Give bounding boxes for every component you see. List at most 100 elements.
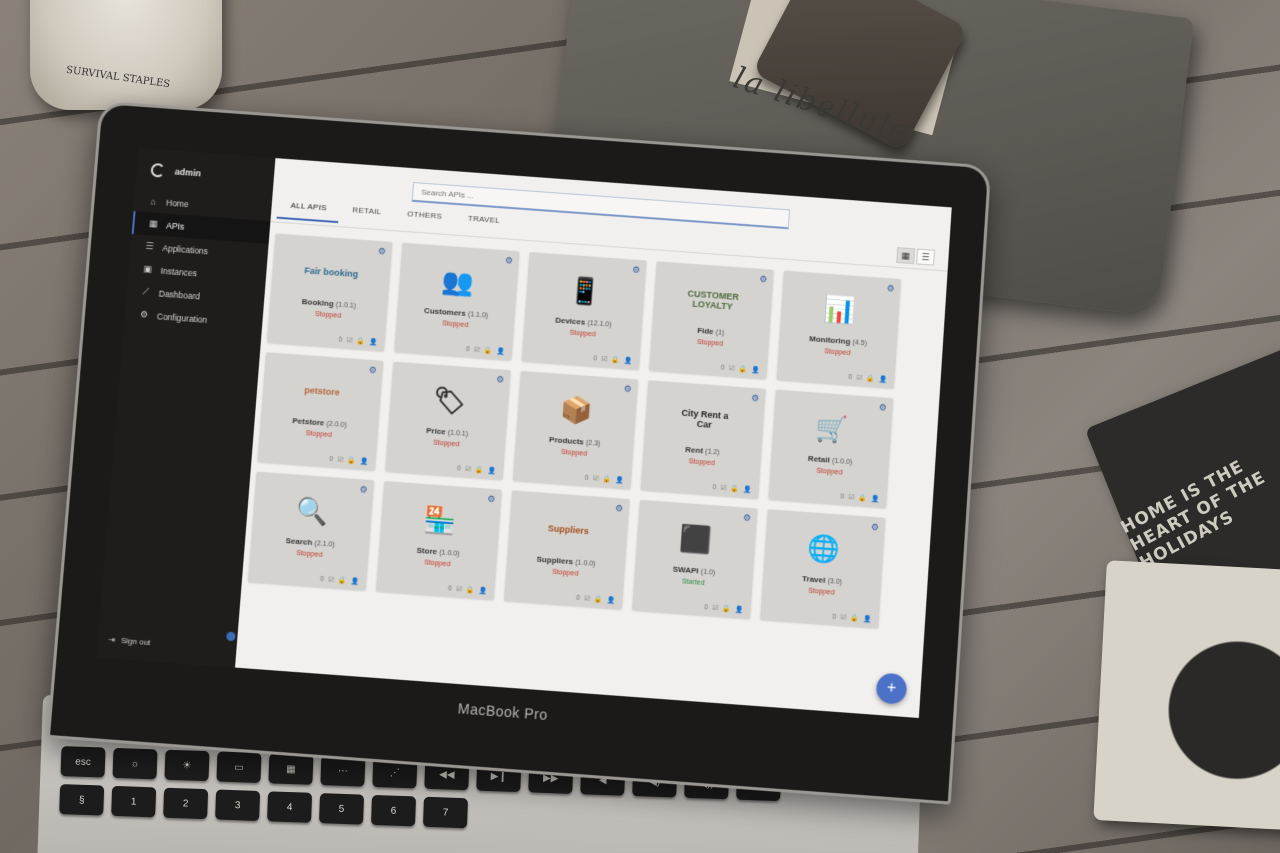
api-status: Stopped — [305, 430, 332, 440]
gear-icon[interactable]: ⚙ — [623, 383, 632, 395]
api-card[interactable]: ⚙ 🏷 Price (1.0.1) Stopped 0 ☑ 🔒 👤 — [385, 361, 511, 480]
api-card[interactable]: ⚙ 🔍 Search (2.1.0) Stopped 0 ☑ 🔒 👤 — [247, 471, 375, 591]
collapse-toggle[interactable] — [226, 631, 236, 642]
api-version: (1.0.0) — [439, 549, 460, 558]
add-api-button[interactable]: + — [875, 672, 908, 705]
api-card[interactable]: ⚙ 🌐 Travel (3.0) Stopped 0 ☑ 🔒 👤 — [760, 509, 886, 629]
key[interactable]: esc — [60, 746, 106, 778]
api-name-text: Retail — [807, 453, 831, 465]
api-name: Retail (1.0.0) — [808, 454, 853, 466]
api-name-text: Suppliers — [536, 554, 574, 567]
tab-others[interactable]: OTHERS — [393, 201, 456, 232]
api-status: Stopped — [696, 338, 724, 348]
signout-button[interactable]: ⇥ Sign out — [108, 635, 151, 647]
api-version: (3.0) — [827, 577, 843, 587]
key[interactable]: 3 — [215, 789, 261, 822]
api-version: (1.1.0) — [467, 311, 489, 320]
key[interactable]: 7 — [422, 796, 468, 829]
tab-all-apis[interactable]: ALL APIS — [276, 192, 341, 224]
api-card[interactable]: ⚙ 👥 Customers (1.1.0) Stopped 0 ☑ 🔒 👤 — [394, 242, 520, 361]
api-card[interactable]: ⚙ 📊 Monitoring (4.5) Stopped 0 ☑ 🔒 👤 — [776, 270, 902, 389]
api-logo: ⬛ — [679, 522, 714, 555]
api-status: Started — [681, 578, 705, 588]
tab-travel[interactable]: TRAVEL — [454, 205, 514, 236]
api-version: (1.0.1) — [447, 429, 469, 439]
laptop-lid: admin ⌂ Home ▦ APIs ☰ Applications ▣ Ins… — [46, 100, 992, 805]
instances-icon: ▣ — [143, 263, 153, 275]
api-card[interactable]: ⚙ 📦 Products (2.3) Stopped 0 ☑ 🔒 👤 — [512, 370, 639, 490]
key[interactable]: ▦ — [268, 753, 314, 785]
api-status: Stopped — [688, 458, 715, 468]
sidebar-item-label: Home — [165, 197, 190, 210]
api-name: Devices (12.1.0) — [555, 316, 612, 329]
key[interactable]: ▭ — [216, 751, 262, 784]
key[interactable]: § — [59, 784, 105, 816]
card-footer-icons: 0 ☑ 🔒 👤 — [447, 585, 489, 596]
api-name-text: Monitoring — [808, 334, 851, 347]
gear-icon[interactable]: ⚙ — [759, 274, 768, 285]
gear-icon[interactable]: ⚙ — [742, 512, 752, 524]
api-version: (1.0.0) — [831, 457, 853, 467]
api-logo: City Rent a Car — [681, 407, 729, 430]
api-card[interactable]: ⚙ 🏪 Store (1.0.0) Stopped 0 ☑ 🔒 👤 — [375, 481, 503, 600]
api-status: Stopped — [441, 320, 469, 330]
key[interactable]: 6 — [371, 794, 417, 827]
sidebar-item-label: Dashboard — [158, 288, 201, 301]
card-footer-icons: 0 ☑ 🔒 👤 — [832, 613, 874, 624]
gear-icon[interactable]: ⚙ — [496, 374, 505, 386]
api-card[interactable]: ⚙ 📱 Devices (12.1.0) Stopped 0 ☑ 🔒 👤 — [521, 252, 647, 370]
api-status: Stopped — [314, 310, 342, 320]
key[interactable]: 4 — [267, 791, 313, 823]
card-footer-icons: 0 ☑ 🔒 👤 — [593, 355, 634, 366]
grid-view-icon[interactable]: ▦ — [896, 247, 916, 265]
api-version: (1.0.1) — [335, 301, 357, 310]
key[interactable]: ☼ — [112, 747, 158, 780]
key[interactable]: 5 — [319, 793, 365, 825]
gear-icon[interactable]: ⚙ — [487, 494, 496, 506]
api-name: Price (1.0.1) — [426, 426, 469, 438]
api-status: Stopped — [432, 439, 460, 449]
api-card[interactable]: ⚙ City Rent a Car Rent (1.2) Stopped 0 ☑… — [640, 380, 766, 499]
api-name-text: Search — [285, 536, 313, 548]
api-name: Fide (1) — [697, 326, 725, 337]
list-view-icon[interactable]: ☰ — [916, 248, 936, 266]
api-logo: 🛒 — [815, 412, 850, 445]
api-name: Customers (1.1.0) — [424, 306, 489, 320]
main-content: ALL APIS RETAIL OTHERS TRAVEL ▦ ☰ ⚙ Fair… — [235, 158, 952, 719]
api-name-text: Products — [548, 434, 585, 447]
api-card[interactable]: ⚙ ⬛ SWAPI (1.0) Started 0 ☑ 🔒 👤 — [631, 499, 758, 619]
gear-icon[interactable]: ⚙ — [632, 264, 641, 275]
api-name-text: Travel — [801, 574, 826, 585]
coaster-prop-2 — [1093, 560, 1280, 832]
gear-icon[interactable]: ⚙ — [359, 484, 368, 496]
key[interactable]: 1 — [111, 785, 157, 818]
gear-icon[interactable]: ⚙ — [878, 402, 887, 414]
gear-icon[interactable]: ⚙ — [368, 365, 377, 377]
key[interactable]: ☀ — [164, 749, 210, 782]
gear-icon[interactable]: ⚙ — [886, 283, 895, 294]
card-footer-icons: 0 ☑ 🔒 👤 — [584, 474, 626, 485]
card-footer-icons: 0 ☑ 🔒 👤 — [848, 373, 889, 384]
api-logo: 📊 — [823, 292, 858, 326]
api-card[interactable]: ⚙ petstore Petstore (2.0.0) Stopped 0 ☑ … — [257, 352, 384, 471]
card-footer-icons: 0 ☑ 🔒 👤 — [712, 484, 754, 495]
api-version: (12.1.0) — [587, 319, 612, 329]
gear-icon[interactable]: ⚙ — [377, 246, 386, 257]
sidebar-item-label: Applications — [162, 242, 209, 256]
api-logo: 🏪 — [423, 503, 458, 536]
api-version: (1.2) — [704, 448, 720, 457]
tab-retail[interactable]: RETAIL — [338, 197, 395, 228]
gear-icon[interactable]: ⚙ — [870, 522, 879, 534]
gear-icon[interactable]: ⚙ — [615, 503, 624, 515]
api-card[interactable]: ⚙ CUSTOMER LOYALTY Fide (1) Stopped 0 ☑ … — [648, 261, 774, 379]
key[interactable]: 2 — [163, 787, 209, 820]
api-logo: 🌐 — [807, 531, 842, 565]
api-card[interactable]: ⚙ Fair booking Booking (1.0.1) Stopped 0… — [266, 233, 393, 351]
api-card[interactable]: ⚙ 🛒 Retail (1.0.0) Stopped 0 ☑ 🔒 👤 — [768, 389, 894, 508]
api-name: Store (1.0.0) — [416, 546, 460, 558]
api-name-text: Fide — [696, 325, 714, 337]
gear-icon[interactable]: ⚙ — [751, 393, 760, 405]
gear-icon[interactable]: ⚙ — [504, 255, 514, 266]
api-logo: 📱 — [568, 274, 603, 307]
api-card[interactable]: ⚙ Suppliers Suppliers (1.0.0) Stopped 0 … — [503, 490, 630, 610]
